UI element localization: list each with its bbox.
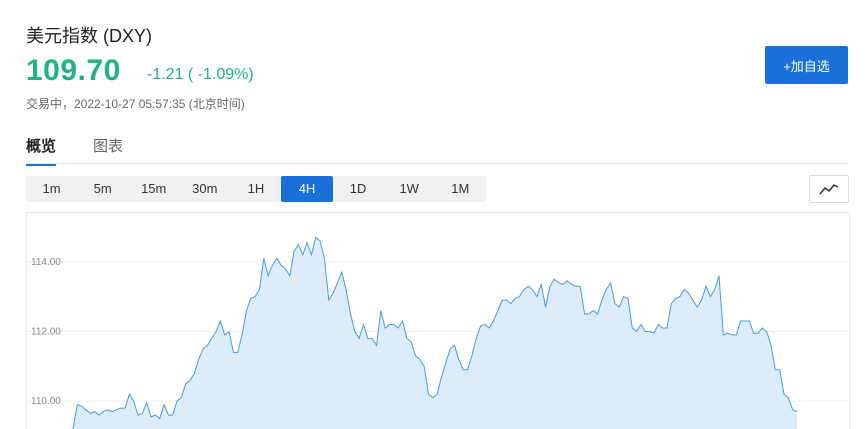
interval-1m[interactable]: 1m [26, 176, 77, 202]
price-area [73, 237, 797, 429]
tab-bar: 概览 图表 [26, 135, 848, 166]
page-title: 美元指数 (DXY) [26, 26, 152, 46]
y-tick-label: 114.00 [31, 257, 61, 268]
y-tick-label: 112.00 [31, 326, 61, 337]
interval-15m[interactable]: 15m [128, 176, 179, 202]
trading-status: 交易中，2022-10-27 05:57:35 (北京时间) [26, 97, 245, 111]
interval-1mo[interactable]: 1M [435, 176, 486, 202]
interval-1h[interactable]: 1H [230, 176, 281, 202]
line-chart-icon [819, 184, 839, 195]
price-chart: 114.00 112.00 110.00 [26, 212, 850, 429]
interval-1d[interactable]: 1D [333, 176, 384, 202]
price-change: -1.21 ( -1.09%) [147, 66, 254, 83]
current-price: 109.70 [26, 54, 121, 87]
price-chart-svg: 114.00 112.00 110.00 [27, 236, 849, 429]
interval-selector: 1m 5m 15m 30m 1H 4H 1D 1W 1M [26, 176, 486, 202]
add-to-watchlist-button[interactable]: +加自选 [765, 46, 848, 84]
interval-4h[interactable]: 4H [281, 176, 333, 202]
interval-30m[interactable]: 30m [179, 176, 230, 202]
chart-type-toggle[interactable] [809, 175, 849, 203]
y-tick-label: 110.00 [31, 396, 61, 407]
interval-1w[interactable]: 1W [384, 176, 435, 202]
tab-chart[interactable]: 图表 [93, 135, 123, 164]
tab-overview[interactable]: 概览 [26, 135, 57, 166]
interval-5m[interactable]: 5m [77, 176, 128, 202]
